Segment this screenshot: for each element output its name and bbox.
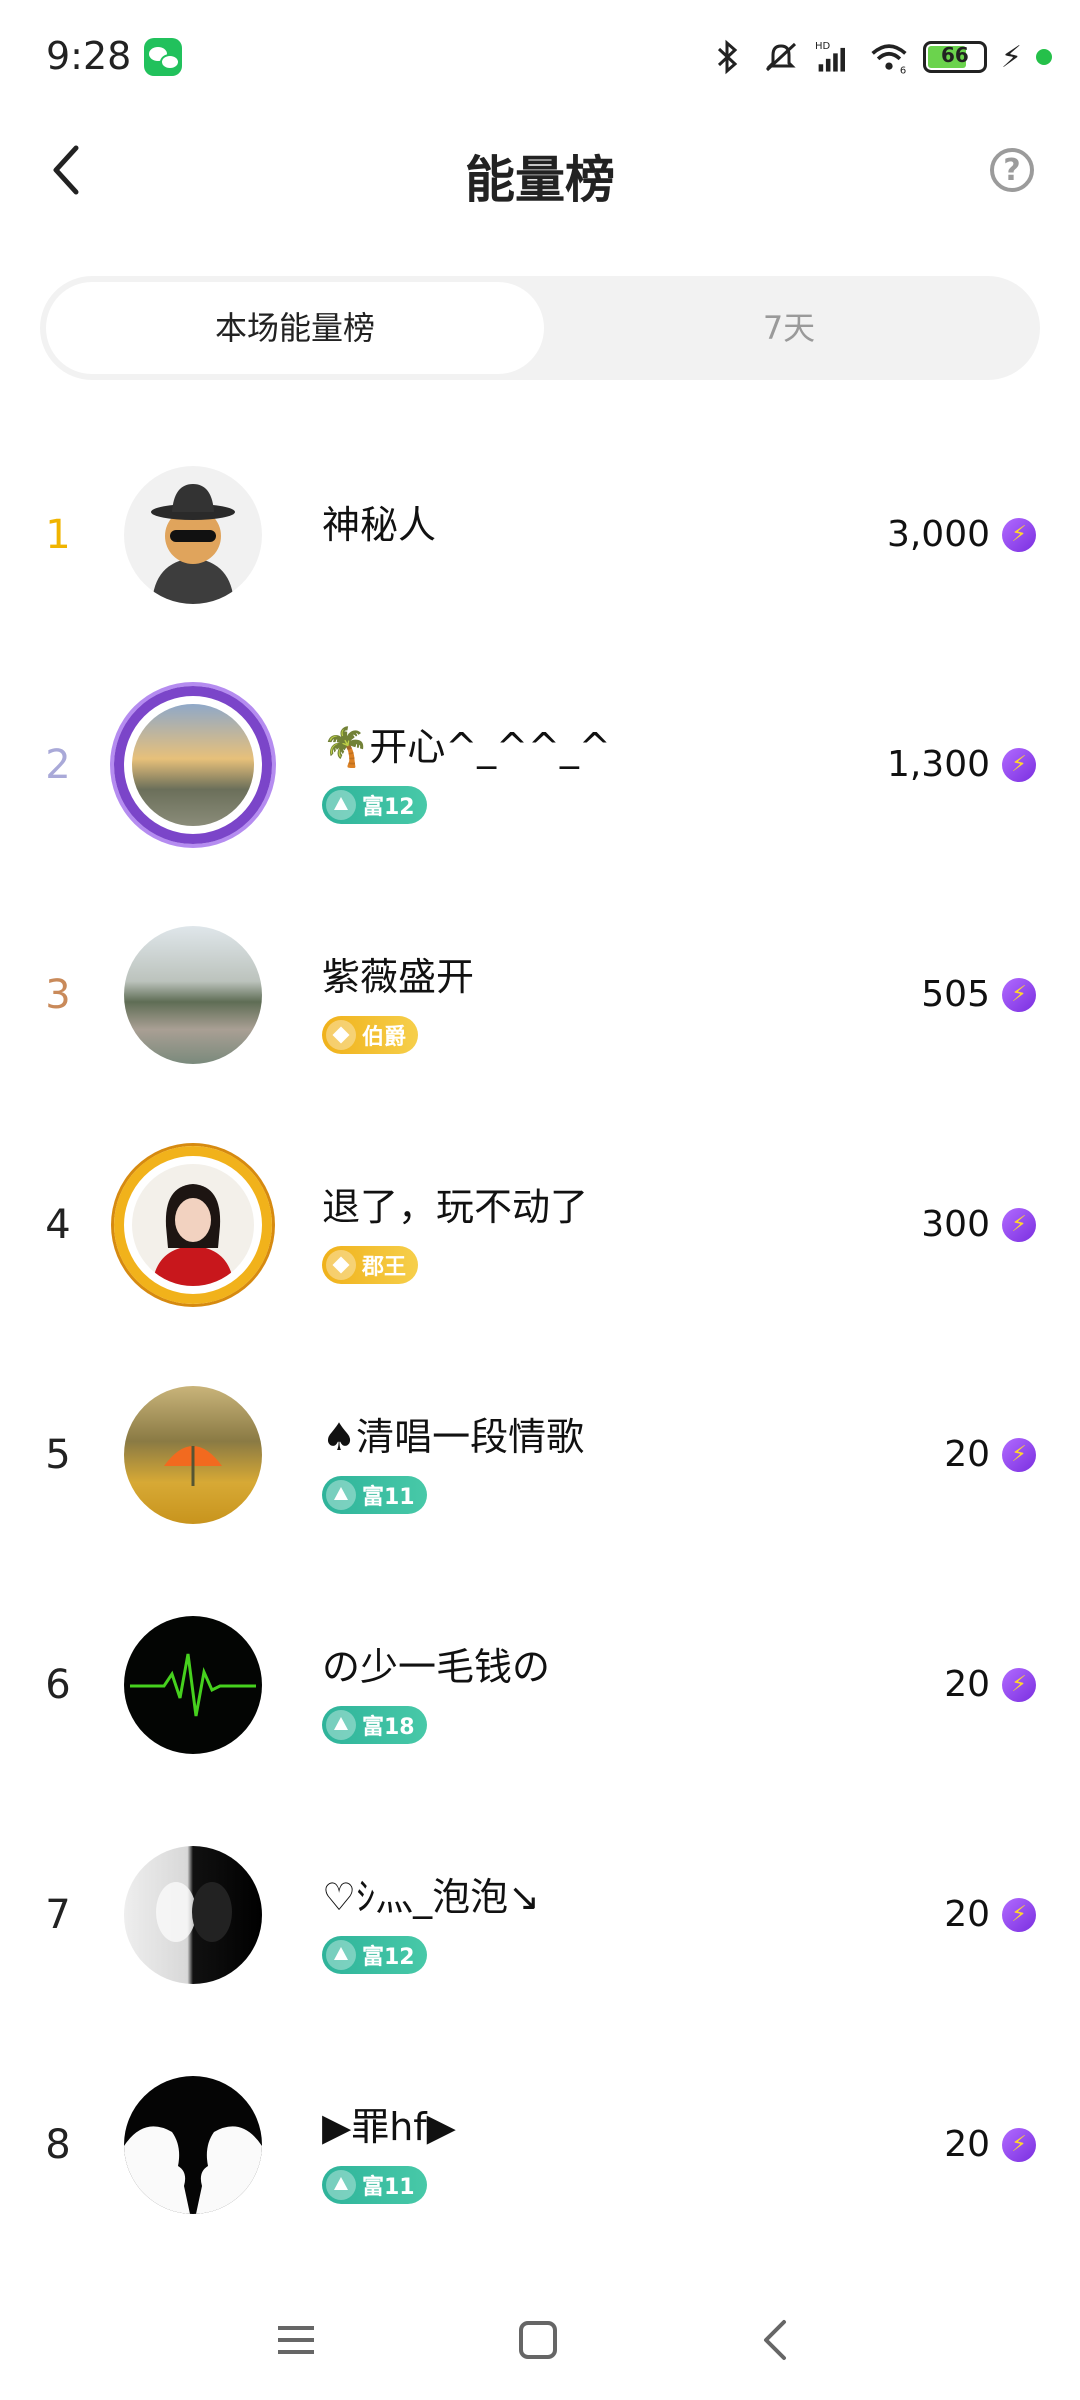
ranking-row[interactable]: 6 の少一毛钱の 富18 20 ⚡ [0,1570,1080,1800]
wealth-badge: 富11 [322,2166,427,2204]
noble-rank-icon [326,1250,356,1280]
avatar[interactable] [132,704,254,826]
lightning-bolt-icon: ⚡ [1002,1208,1036,1242]
tab-7-days[interactable]: 7天 [544,282,1034,374]
badge-label: 富11 [362,1485,415,1510]
badge-label: 伯爵 [362,1025,407,1050]
hd-signal-icon: HD [815,41,845,72]
lightning-bolt-icon: ⚡ [1002,748,1036,782]
svg-text:6: 6 [900,65,906,76]
page-title: 能量榜 [465,151,615,209]
noble-badge: 郡王 [322,1246,419,1284]
ranking-row[interactable]: 7 ♡ｼ灬_泡泡↘ 富12 20 ⚡ [0,1800,1080,2030]
ranking-row[interactable]: 5 ♠清唱一段情歌 富11 20 ⚡ [0,1340,1080,1570]
lightning-bolt-icon: ⚡ [1002,518,1036,552]
badge-label: 富11 [362,2175,415,2200]
wealth-badge: 富12 [322,1936,427,1974]
avatar[interactable] [132,1164,254,1286]
badge-label: 富12 [362,795,415,820]
wealth-level-icon [326,1940,356,1970]
user-name: 退了，玩不动了 [322,1185,589,1229]
ranking-list: 1 神秘人 3,000 ⚡ 2 🌴开心^_^^_^ 富12 1,300 ⚡ 3 … [0,420,1080,2260]
wealth-badge: 富11 [322,1476,427,1514]
menu-icon[interactable] [266,2310,326,2370]
rank-number: 2 [45,742,71,788]
rank-number: 5 [45,1432,71,1478]
lightning-bolt-icon: ⚡ [1002,2128,1036,2162]
battery-level: 66 [941,43,969,67]
ranking-row[interactable]: 3 紫薇盛开 伯爵 505 ⚡ [0,880,1080,1110]
energy-score: 20 [944,2124,990,2165]
user-name: ♠清唱一段情歌 [322,1415,585,1459]
face-avatar [156,1882,232,1942]
energy-score: 1,300 [886,744,990,785]
ranking-row[interactable]: 4 退了，玩不动了 郡王 300 ⚡ [0,1110,1080,1340]
rank-number: 4 [45,1202,71,1248]
status-bar: 9:28 HD 6 66 ⚡ [0,0,1080,118]
lightning-bolt-icon: ⚡ [1002,1668,1036,1702]
help-button[interactable]: ? [990,148,1034,192]
wealth-badge: 富12 [322,786,427,824]
rank-number: 7 [45,1892,71,1938]
woman-avatar [152,1184,234,1286]
svg-text:HD: HD [815,41,831,52]
avatar[interactable] [124,926,262,1064]
wealth-level-icon [326,2170,356,2200]
user-name: ▶罪hf▶ [322,2105,456,2149]
wealth-level-icon [326,790,356,820]
user-name: の少一毛钱の [322,1645,551,1689]
home-icon[interactable] [508,2310,568,2370]
mute-icon [765,42,796,72]
user-name: 紫薇盛开 [322,955,475,999]
badge-label: 郡王 [362,1255,407,1280]
wifi-icon: 6 [871,44,907,76]
ranking-row[interactable]: 2 🌴开心^_^^_^ 富12 1,300 ⚡ [0,650,1080,880]
heartbeat-avatar [130,1653,256,1717]
ranking-row[interactable]: 8 ▶罪hf▶ 富11 20 ⚡ [0,2030,1080,2260]
privacy-dot [1036,49,1052,65]
avatar[interactable] [124,2076,262,2214]
energy-score: 20 [944,1894,990,1935]
user-name: ♡ｼ灬_泡泡↘ [322,1875,540,1919]
wechat-icon [144,38,182,76]
energy-score: 300 [921,1204,990,1245]
wealth-level-icon [326,1710,356,1740]
avatar[interactable] [124,466,262,604]
rank-number: 8 [45,2122,71,2168]
avatar[interactable] [124,1846,262,1984]
nav-back-icon[interactable] [746,2310,806,2370]
badge-label: 富12 [362,1945,415,1970]
umbrella-avatar [164,1446,222,1486]
user-name: 🌴开心^_^^_^ [322,725,611,769]
noble-badge: 伯爵 [322,1016,419,1054]
status-time: 9:28 [46,34,132,78]
badge-label: 富18 [362,1715,415,1740]
mystery-man-avatar [151,484,235,604]
lightning-bolt-icon: ⚡ [1002,1438,1036,1472]
avatar[interactable] [124,1386,262,1524]
lightning-bolt-icon: ⚡ [1002,978,1036,1012]
tab-bar: 本场能量榜 7天 [40,276,1040,380]
user-name: 神秘人 [322,503,437,547]
rank-number: 6 [45,1662,71,1708]
silhouette-avatar [124,2126,262,2214]
tab-current-session[interactable]: 本场能量榜 [46,282,544,374]
avatar[interactable] [124,1616,262,1754]
status-icons: HD 6 66 ⚡ [707,32,1052,82]
charging-icon: ⚡ [1000,39,1022,75]
battery-icon: 66 [922,41,987,73]
energy-score: 3,000 [886,514,990,555]
ranking-row[interactable]: 1 神秘人 3,000 ⚡ [0,420,1080,650]
noble-rank-icon [326,1020,356,1050]
bluetooth-icon [717,39,738,75]
energy-score: 20 [944,1664,990,1705]
energy-score: 20 [944,1434,990,1475]
wealth-badge: 富18 [322,1706,427,1744]
energy-score: 505 [921,974,990,1015]
rank-number: 3 [45,972,71,1018]
wealth-level-icon [326,1480,356,1510]
rank-number: 1 [45,512,71,558]
lightning-bolt-icon: ⚡ [1002,1898,1036,1932]
system-nav-bar [0,2280,1080,2400]
